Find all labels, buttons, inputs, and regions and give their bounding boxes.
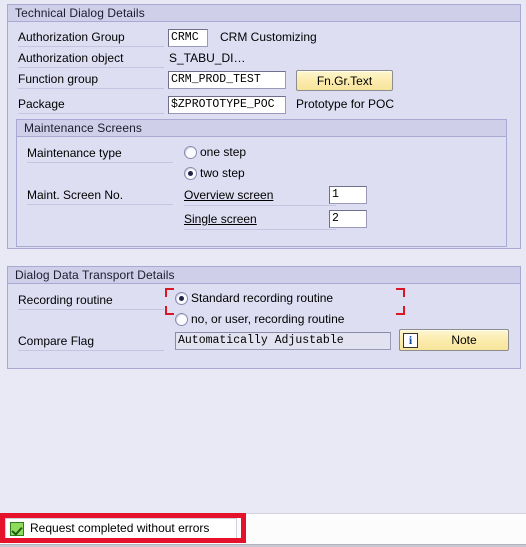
row-authorization-group: Authorization Group CRMC CRM Customizing [8, 28, 520, 49]
text-authorization-object-value: S_TABU_DI… [169, 51, 246, 65]
dialog-data-transport-group: Dialog Data Transport Details Recording … [7, 266, 521, 369]
maintenance-screens-body: Maintenance type one step two step Maint… [17, 137, 506, 245]
input-function-group[interactable]: CRM_PROD_TEST [168, 71, 286, 89]
technical-dialog-details-group: Technical Dialog Details Authorization G… [7, 4, 521, 249]
label-maint-screen-no: Maint. Screen No. [27, 188, 177, 205]
label-package: Package [18, 97, 168, 114]
text-authorization-group-description: CRM Customizing [220, 30, 317, 44]
input-compare-flag: Automatically Adjustable [175, 332, 391, 350]
label-compare-flag: Compare Flag [18, 334, 168, 351]
label-recording-routine: Recording routine [18, 293, 168, 310]
annotation-corner-top-right [396, 288, 405, 297]
maintenance-screens-title: Maintenance Screens [17, 120, 506, 137]
row-function-group: Function group CRM_PROD_TEST Fn.Gr.Text [8, 70, 520, 91]
maintenance-screens-group: Maintenance Screens Maintenance type one… [16, 119, 507, 247]
dialog-data-transport-title: Dialog Data Transport Details [8, 267, 520, 284]
dialog-data-transport-body: Recording routine Standard recording rou… [8, 284, 520, 367]
radio-circle-no-or-user-recording-routine [175, 313, 188, 326]
radio-label-standard-recording-routine: Standard recording routine [191, 291, 334, 305]
annotation-corner-bottom-left [165, 306, 174, 315]
label-maintenance-type: Maintenance type [27, 146, 177, 163]
success-check-icon [10, 522, 24, 536]
input-single-screen[interactable]: 2 [329, 210, 367, 228]
link-single-screen[interactable]: Single screen [184, 212, 336, 230]
sap-dialog-screen: Technical Dialog Details Authorization G… [0, 0, 526, 547]
row-maintenance-type: Maintenance type [17, 144, 506, 165]
text-package-description: Prototype for POC [296, 97, 395, 111]
input-authorization-group[interactable]: CRMC [168, 29, 208, 47]
input-overview-screen[interactable]: 1 [329, 186, 367, 204]
radio-circle-two-step [184, 167, 197, 180]
note-button-label: Note [451, 333, 477, 347]
technical-dialog-details-title: Technical Dialog Details [8, 5, 520, 22]
fn-gr-text-button[interactable]: Fn.Gr.Text [296, 70, 393, 91]
input-package[interactable]: $ZPROTOTYPE_POC [168, 96, 286, 114]
annotation-corner-bottom-right [396, 306, 405, 315]
link-overview-screen[interactable]: Overview screen [184, 188, 337, 206]
label-authorization-group: Authorization Group [18, 30, 168, 47]
status-message-box: Request completed without errors [5, 518, 237, 539]
radio-label-no-or-user-recording-routine: no, or user, recording routine [191, 312, 345, 326]
row-package: Package $ZPROTOTYPE_POC Prototype for PO… [8, 95, 520, 116]
row-authorization-object: Authorization object S_TABU_DI… [8, 49, 520, 70]
radio-label-two-step: two step [200, 166, 245, 180]
status-bar: Request completed without errors [0, 513, 526, 544]
label-function-group: Function group [18, 72, 168, 89]
note-button[interactable]: i Note [399, 329, 509, 351]
fn-gr-text-button-label: Fn.Gr.Text [316, 73, 373, 88]
radio-circle-standard-recording-routine [175, 292, 188, 305]
info-icon: i [403, 333, 418, 348]
radio-circle-one-step [184, 146, 197, 159]
technical-dialog-details-body: Authorization Group CRMC CRM Customizing… [8, 22, 520, 247]
radio-label-one-step: one step [200, 145, 247, 159]
label-authorization-object: Authorization object [18, 51, 168, 68]
status-message-text: Request completed without errors [30, 521, 210, 535]
annotation-corner-top-left [165, 288, 174, 297]
